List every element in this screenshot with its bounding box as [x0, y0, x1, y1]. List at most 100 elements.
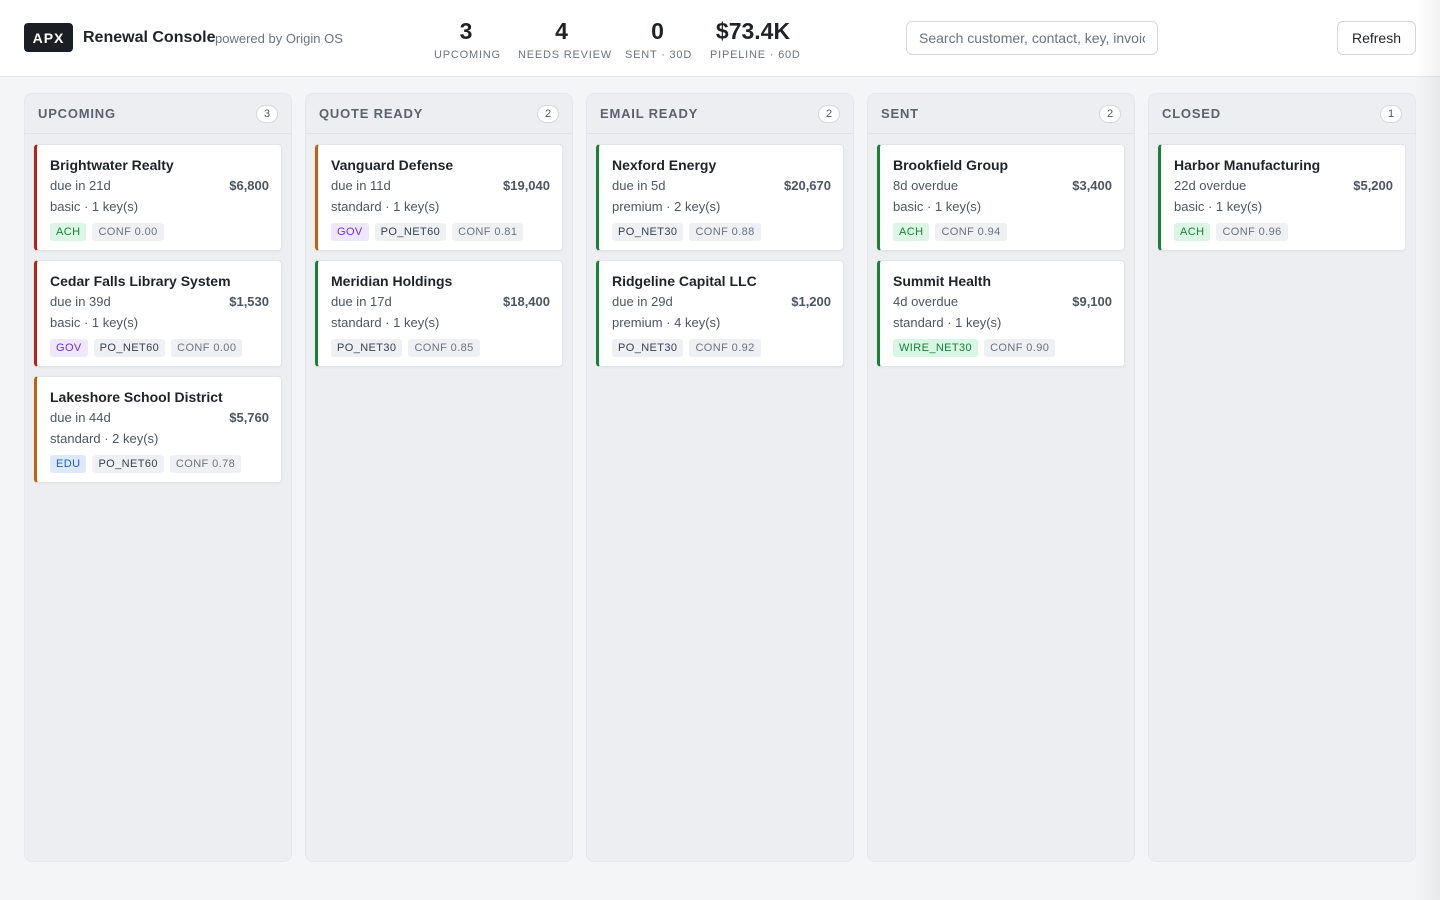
plan-info: standard · 2 key(s)	[50, 431, 159, 446]
search-input[interactable]	[906, 21, 1158, 55]
card-list: Vanguard Defense due in 11d $19,040 standar…	[306, 134, 572, 367]
kanban-board: UPCOMING 3 Brightwater Realty due in 21d $6,…	[24, 93, 1416, 862]
card-due-row: due in 17d $18,400	[331, 294, 550, 310]
renewal-amount: $5,200	[1353, 178, 1393, 193]
payment-tag: ACH	[50, 223, 87, 241]
column-sent: SENT 2 Brookfield Group 8d overdue $3,400 bas…	[867, 93, 1135, 862]
renewal-card[interactable]: Cedar Falls Library System due in 39d $1,5…	[34, 260, 282, 367]
customer-name: Brookfield Group	[893, 157, 1009, 173]
renewal-card[interactable]: Vanguard Defense due in 11d $19,040 standar…	[315, 144, 563, 251]
customer-name: Nexford Energy	[612, 157, 717, 173]
renewal-card[interactable]: Nexford Energy due in 5d $20,670 premium · …	[596, 144, 844, 251]
payment-tag: PO_NET60	[93, 339, 166, 357]
stat-needs-review: 4 NEEDS REVIEW	[518, 17, 611, 61]
renewal-card[interactable]: Harbor Manufacturing 22d overdue $5,200 bas…	[1158, 144, 1406, 251]
column-header: CLOSED 1	[1149, 94, 1415, 134]
payment-tag: PO_NET60	[92, 455, 164, 473]
payment-tag: ACH	[1174, 223, 1211, 241]
plan-info: standard · 1 key(s)	[893, 315, 1002, 330]
confidence-badge: CONF 0.96	[1216, 223, 1288, 241]
customer-name: Ridgeline Capital LLC	[612, 273, 757, 289]
column-header: QUOTE READY 2	[306, 94, 572, 134]
app-subtitle: powered by Origin OS	[215, 31, 343, 46]
card-due-row: due in 5d $20,670	[612, 178, 831, 194]
payment-tag: GOV	[50, 339, 88, 357]
column-quote-ready: QUOTE READY 2 Vanguard Defense due in 11d $1…	[305, 93, 573, 862]
payment-tag: PO_NET30	[331, 339, 403, 357]
renewal-card[interactable]: Ridgeline Capital LLC due in 29d $1,200 pre…	[596, 260, 844, 367]
due-status: 22d overdue	[1174, 178, 1247, 193]
renewal-amount: $9,100	[1072, 294, 1112, 309]
column-title: SENT	[881, 106, 919, 121]
column-title: UPCOMING	[38, 106, 116, 121]
tag-list: ACH CONF 0.00	[50, 223, 269, 241]
plan-info: standard · 1 key(s)	[331, 315, 440, 330]
renewal-amount: $1,200	[791, 294, 831, 309]
stat-value: 0	[651, 18, 664, 44]
column-header: EMAIL READY 2	[587, 94, 853, 134]
stat-value: 4	[555, 18, 568, 44]
column-title: CLOSED	[1162, 106, 1221, 121]
confidence-badge: CONF 0.94	[935, 223, 1007, 241]
stat-label: PIPELINE · 60D	[710, 49, 801, 61]
card-due-row: due in 29d $1,200	[612, 294, 831, 310]
tag-list: PO_NET30 CONF 0.88	[612, 223, 831, 241]
refresh-button[interactable]: Refresh	[1337, 21, 1416, 55]
column-header: SENT 2	[868, 94, 1134, 134]
confidence-badge: CONF 0.00	[171, 339, 243, 357]
stat-pipeline: $73.4K PIPELINE · 60D	[710, 17, 801, 61]
top-bar: APX Renewal Console powered by Origin OS…	[0, 0, 1440, 77]
confidence-badge: CONF 0.92	[689, 339, 761, 357]
renewal-card[interactable]: Meridian Holdings due in 17d $18,400 standa…	[315, 260, 563, 367]
customer-name: Cedar Falls Library System	[50, 273, 231, 289]
column-count-badge: 2	[537, 104, 559, 123]
renewal-card[interactable]: Brookfield Group 8d overdue $3,400 basic · …	[877, 144, 1125, 251]
due-status: due in 21d	[50, 178, 111, 193]
column-email-ready: EMAIL READY 2 Nexford Energy due in 5d $20,6…	[586, 93, 854, 862]
stat-upcoming: 3 UPCOMING	[434, 17, 500, 61]
due-status: due in 29d	[612, 294, 673, 309]
card-list: Harbor Manufacturing 22d overdue $5,200 bas…	[1149, 134, 1415, 251]
column-title: QUOTE READY	[319, 106, 424, 121]
column-count-badge: 1	[1380, 104, 1402, 123]
column-count-badge: 2	[1099, 104, 1121, 123]
stat-label: SENT · 30D	[625, 49, 693, 61]
plan-info: basic · 1 key(s)	[893, 199, 982, 214]
customer-name: Lakeshore School District	[50, 389, 223, 405]
stat-sent: 0 SENT · 30D	[625, 17, 693, 61]
stat-value: $73.4K	[715, 18, 791, 44]
column-count-badge: 2	[818, 104, 840, 123]
payment-tag: PO_NET60	[374, 223, 447, 241]
renewal-card[interactable]: Summit Health 4d overdue $9,100 standard · …	[877, 260, 1125, 367]
card-list: Brightwater Realty due in 21d $6,800 basic …	[25, 134, 291, 483]
tag-list: GOV PO_NET60 CONF 0.00	[50, 339, 269, 357]
column-upcoming: UPCOMING 3 Brightwater Realty due in 21d $6,…	[24, 93, 292, 862]
card-list: Nexford Energy due in 5d $20,670 premium · …	[587, 134, 853, 367]
due-status: due in 44d	[50, 410, 111, 425]
payment-tag: ACH	[893, 223, 930, 241]
renewal-card[interactable]: Lakeshore School District due in 44d $5,76…	[34, 376, 282, 483]
renewal-amount: $5,760	[229, 410, 269, 425]
plan-info: standard · 1 key(s)	[331, 199, 440, 214]
card-due-row: 4d overdue $9,100	[893, 294, 1112, 310]
tag-list: ACH CONF 0.96	[1174, 223, 1393, 241]
customer-name: Vanguard Defense	[331, 157, 454, 173]
renewal-card[interactable]: Brightwater Realty due in 21d $6,800 basic …	[34, 144, 282, 251]
tag-list: GOV PO_NET60 CONF 0.81	[331, 223, 550, 241]
confidence-badge: CONF 0.78	[169, 455, 242, 473]
customer-name: Harbor Manufacturing	[1174, 157, 1321, 173]
column-closed: CLOSED 1 Harbor Manufacturing 22d overdue $5…	[1148, 93, 1416, 862]
tag-list: PO_NET30 CONF 0.92	[612, 339, 831, 357]
renewal-amount: $1,530	[229, 294, 269, 309]
due-status: due in 5d	[612, 178, 666, 193]
renewal-amount: $6,800	[229, 178, 269, 193]
tag-list: ACH CONF 0.94	[893, 223, 1112, 241]
plan-info: premium · 2 key(s)	[612, 199, 721, 214]
tag-list: WIRE_NET30 CONF 0.90	[893, 339, 1112, 357]
payment-tag: EDU	[50, 455, 87, 473]
confidence-badge: CONF 0.81	[452, 223, 524, 241]
due-status: due in 39d	[50, 294, 111, 309]
payment-tag: PO_NET30	[612, 223, 684, 241]
app-title: Renewal Console	[83, 29, 216, 46]
due-status: due in 11d	[331, 178, 391, 193]
